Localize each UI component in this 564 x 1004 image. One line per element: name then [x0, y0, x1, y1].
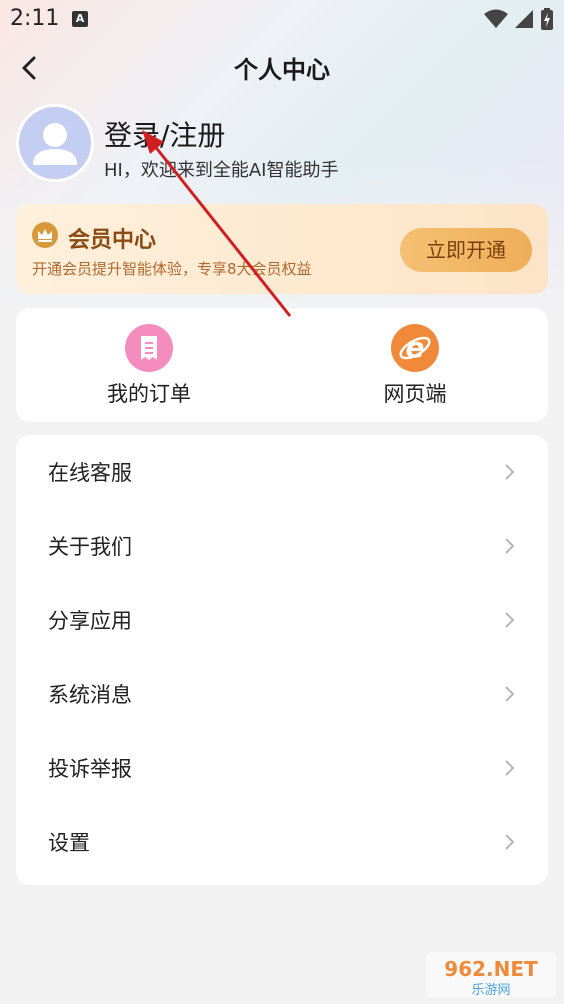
svg-text:乐游网: 乐游网	[471, 983, 510, 998]
watermark-logo: 962.NET 乐游网	[426, 952, 556, 998]
annotation-arrow	[142, 130, 292, 317]
svg-text:962.NET: 962.NET	[444, 957, 538, 981]
